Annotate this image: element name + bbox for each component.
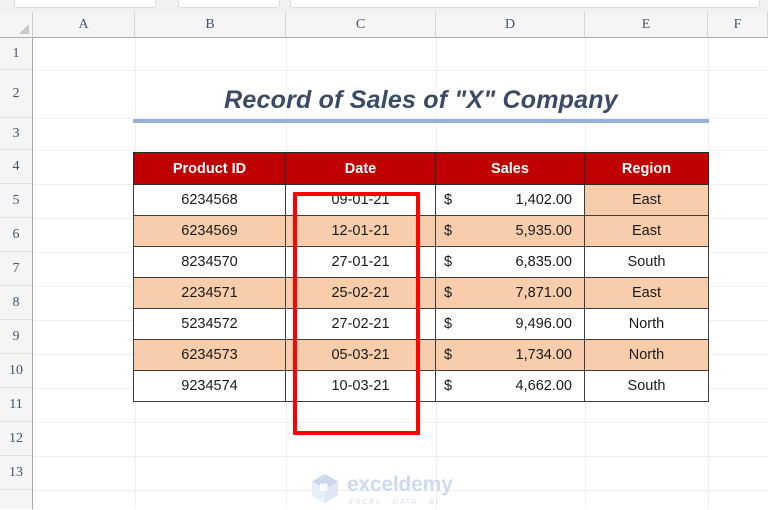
table-row: 5234572 27-02-21 $9,496.00 North [133,308,709,340]
table-body: 6234568 09-01-21 $1,402.00 East 6234569 12-01… [133,184,709,402]
table-row: 6234569 12-01-21 $5,935.00 East [133,215,709,247]
exceldemy-watermark: exceldemy EXCEL · DATA · BI [308,470,468,510]
sales-amount: 4,662.00 [515,378,572,394]
table-row: 2234571 25-02-21 $7,871.00 East [133,277,709,309]
cell-region[interactable]: East [584,184,709,216]
sales-record-table: Product ID Date Sales Region 6234568 09-01-2… [133,152,709,402]
row-header-13[interactable]: 13 [0,456,32,490]
watermark-brand-name: exceldemy [347,473,453,497]
row-header-7[interactable]: 7 [0,252,32,286]
row-header-3[interactable]: 3 [0,118,32,150]
cell-date[interactable]: 05-03-21 [285,339,436,371]
column-heading-region: Region [584,152,709,185]
table-row: 9234574 10-03-21 $4,662.00 South [133,370,709,402]
row-header-8[interactable]: 8 [0,286,32,320]
cell-product-id[interactable]: 9234574 [133,370,286,402]
cell-sales[interactable]: $7,871.00 [435,277,585,309]
currency-symbol: $ [444,223,453,239]
currency-symbol: $ [444,378,453,394]
cell-region[interactable]: East [584,215,709,247]
column-header-f[interactable]: F [708,12,768,37]
cell-sales[interactable]: $4,662.00 [435,370,585,402]
cell-sales[interactable]: $9,496.00 [435,308,585,340]
column-header-b[interactable]: B [135,12,286,37]
ribbon-control-3[interactable] [290,0,760,8]
column-header-row: ABCDEF [33,12,768,38]
watermark-tagline: EXCEL · DATA · BI [349,497,440,507]
cell-date[interactable]: 25-02-21 [285,277,436,309]
row-header-5[interactable]: 5 [0,184,32,218]
cell-product-id[interactable]: 6234568 [133,184,286,216]
sales-amount: 7,871.00 [515,285,572,301]
cell-product-id[interactable]: 6234569 [133,215,286,247]
column-header-c[interactable]: C [286,12,436,37]
cell-sales[interactable]: $1,402.00 [435,184,585,216]
column-header-d[interactable]: D [436,12,585,37]
select-all-triangle-icon [19,24,29,34]
column-heading-product-id: Product ID [133,152,286,185]
cell-product-id[interactable]: 8234570 [133,246,286,278]
table-row: 6234568 09-01-21 $1,402.00 East [133,184,709,216]
column-header-e[interactable]: E [585,12,708,37]
cell-date[interactable]: 27-02-21 [285,308,436,340]
row-header-9[interactable]: 9 [0,320,32,354]
ribbon-control-1[interactable] [14,0,156,8]
row-header-11[interactable]: 11 [0,388,32,422]
currency-symbol: $ [444,316,453,332]
cell-date[interactable]: 27-01-21 [285,246,436,278]
grid-horizontal-line [33,456,768,457]
row-header-10[interactable]: 10 [0,354,32,388]
exceldemy-cube-logo-icon [308,471,342,510]
select-all-corner[interactable] [0,12,33,38]
title-underline-rule [133,119,709,123]
table-header-row: Product ID Date Sales Region [133,152,709,185]
row-header-1[interactable]: 1 [0,38,32,70]
cell-region[interactable]: South [584,246,709,278]
cell-date[interactable]: 12-01-21 [285,215,436,247]
sales-amount: 6,835.00 [515,254,572,270]
table-row: 6234573 05-03-21 $1,734.00 North [133,339,709,371]
grid-horizontal-line [33,150,768,151]
row-header-2[interactable]: 2 [0,70,32,118]
grid-horizontal-line [33,422,768,423]
grid-horizontal-line [33,70,768,71]
cell-product-id[interactable]: 5234572 [133,308,286,340]
sales-amount: 1,734.00 [515,347,572,363]
table-row: 8234570 27-01-21 $6,835.00 South [133,246,709,278]
cell-region[interactable]: South [584,370,709,402]
ribbon-control-2[interactable] [178,0,280,8]
row-header-4[interactable]: 4 [0,150,32,184]
sales-amount: 1,402.00 [515,192,572,208]
cell-sales[interactable]: $1,734.00 [435,339,585,371]
cell-region[interactable]: North [584,339,709,371]
currency-symbol: $ [444,285,453,301]
row-header-12[interactable]: 12 [0,422,32,456]
currency-symbol: $ [444,347,453,363]
cell-sales[interactable]: $5,935.00 [435,215,585,247]
cell-region[interactable]: East [584,277,709,309]
row-header-column: 1 2 3 4 5 6 7 8 9 10 11 12 13 [0,38,33,509]
cell-region[interactable]: North [584,308,709,340]
column-heading-sales: Sales [435,152,585,185]
row-header-6[interactable]: 6 [0,218,32,252]
sales-amount: 5,935.00 [515,223,572,239]
currency-symbol: $ [444,192,453,208]
cell-date[interactable]: 10-03-21 [285,370,436,402]
cell-product-id[interactable]: 2234571 [133,277,286,309]
cell-product-id[interactable]: 6234573 [133,339,286,371]
currency-symbol: $ [444,254,453,270]
page-title: Record of Sales of "X" Company [224,86,618,114]
cell-date[interactable]: 09-01-21 [285,184,436,216]
column-heading-date: Date [285,152,436,185]
sales-amount: 9,496.00 [515,316,572,332]
spreadsheet-grid: ABCDEF 1 2 3 4 5 6 7 8 9 10 11 12 13 Record of Sales… [0,12,768,509]
column-header-a[interactable]: A [33,12,135,37]
cell-sales[interactable]: $6,835.00 [435,246,585,278]
